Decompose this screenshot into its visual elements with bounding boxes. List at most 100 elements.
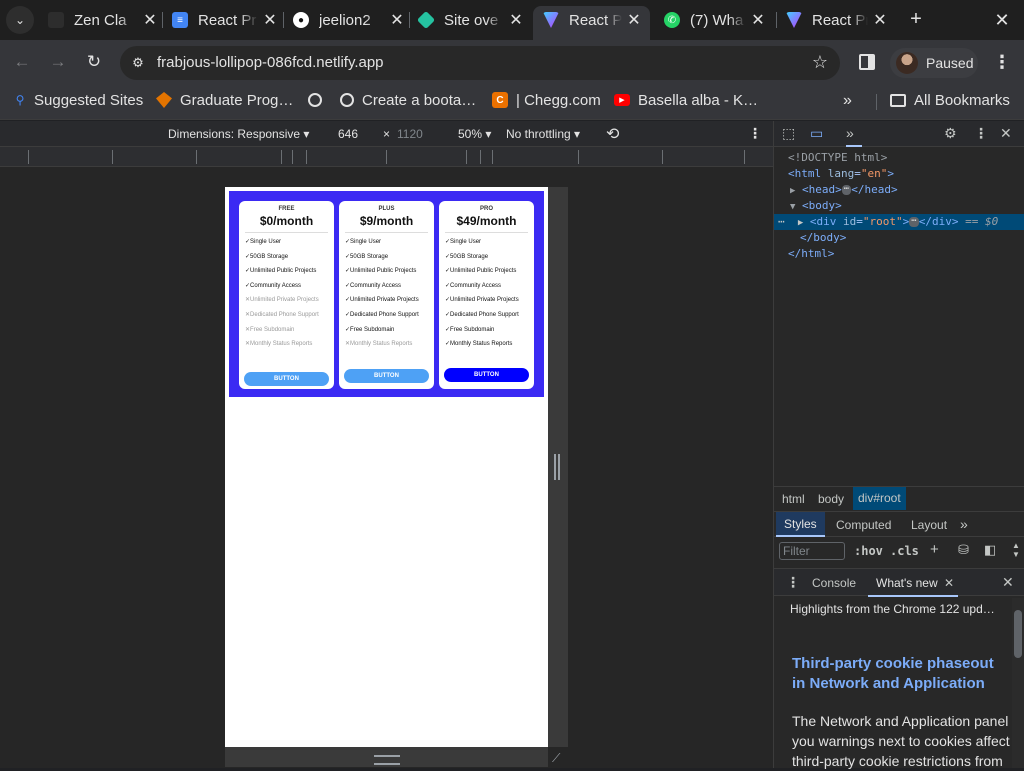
feature-text: Single User [450, 239, 482, 245]
bookmarks-overflow-icon[interactable]: » [843, 92, 852, 110]
device-toggle-icon[interactable]: ▭ [810, 125, 823, 142]
paint-icon[interactable]: ⛁ [958, 542, 969, 558]
breadcrumb-html[interactable]: html [782, 492, 805, 506]
zen-icon [48, 12, 64, 28]
tab-react-active[interactable]: React Pr ✕ [533, 6, 650, 40]
tab-styles[interactable]: Styles [776, 512, 825, 537]
bookmark-star-icon[interactable]: ☆ [812, 52, 828, 73]
tab-console[interactable]: Console [812, 576, 856, 590]
styles-filter-input[interactable]: Filter [779, 542, 845, 560]
html-node[interactable]: <html lang="en"> [774, 166, 1024, 182]
height-input[interactable]: 1120 [397, 127, 423, 141]
tab-computed[interactable]: Computed [836, 518, 891, 532]
tab-react-docs[interactable]: ≡ React Pr ✕ [172, 6, 278, 34]
back-button[interactable]: ← [10, 50, 34, 74]
close-tab-icon[interactable]: ✕ [508, 10, 524, 30]
bookmark-suggested-sites[interactable]: ⚲ Suggested Sites [14, 90, 144, 110]
close-tab-icon[interactable]: ✕ [626, 10, 642, 30]
all-bookmarks-button[interactable]: All Bookmarks [890, 90, 1010, 110]
site-info-icon[interactable]: ⚙ [128, 53, 148, 73]
zoom-select[interactable]: 50% ▾ [458, 127, 491, 141]
inspect-icon[interactable]: ⬚ [782, 125, 795, 142]
close-tab-icon[interactable]: ✕ [389, 10, 405, 30]
new-tab-button[interactable]: + [904, 8, 928, 32]
caret-down-icon[interactable]: ▼ [790, 202, 795, 212]
new-rule-icon[interactable]: + [930, 541, 939, 558]
root-div-node[interactable]: ⋯ ▶ <div id="root"> ⋯ </div> == $0 [774, 214, 1024, 230]
head-node[interactable]: ▶ <head> ⋯ </head> [774, 182, 1024, 198]
plan-button[interactable]: BUTTON [244, 372, 329, 386]
close-tab-icon[interactable]: ✕ [750, 10, 766, 30]
width-input[interactable]: 646 [338, 127, 358, 141]
bookmark-youtube[interactable]: ▶ Basella alba - K… [614, 90, 758, 110]
feature-text: 50GB Storage [350, 253, 389, 260]
bookmark-bootable[interactable]: Create a boota… [340, 90, 476, 110]
feature-text: Dedicated Phone Support [250, 311, 319, 318]
bookmark-graduate[interactable]: Graduate Prog… [156, 90, 293, 110]
more-icon[interactable]: ⋯ [778, 215, 785, 228]
close-whats-new-icon[interactable]: ✕ [944, 576, 954, 590]
close-tab-icon[interactable]: ✕ [262, 10, 278, 30]
doctype-node[interactable]: <!DOCTYPE html> [774, 150, 1024, 166]
close-drawer-icon[interactable]: ✕ [1002, 574, 1014, 591]
hov-toggle[interactable]: :hov [854, 544, 883, 558]
breadcrumb-body[interactable]: body [818, 492, 844, 506]
bookmark-globe[interactable] [308, 90, 330, 110]
tab-search-icon[interactable]: ⌄ [6, 6, 34, 34]
scrollbar-thumb[interactable] [1014, 610, 1022, 658]
media-query-ruler[interactable] [0, 147, 773, 167]
reload-button[interactable]: ↻ [82, 50, 106, 74]
address-bar[interactable]: ⚙ frabjous-lollipop-086fcd.netlify.app ☆ [120, 46, 840, 80]
resize-handle-right[interactable] [554, 454, 560, 480]
breadcrumb-div-root[interactable]: div#root [853, 487, 906, 510]
collapsed-ellipsis[interactable]: ⋯ [841, 185, 852, 195]
rotate-icon[interactable]: ⟲ [606, 124, 619, 144]
feature-item: ✓Single User [445, 237, 528, 252]
devtools-menu-icon[interactable]: ⋮ [974, 125, 988, 142]
scroll-arrows-icon[interactable]: ▲ ▼ [1012, 541, 1020, 559]
forward-button[interactable]: → [46, 50, 70, 74]
feature-text: Free Subdomain [350, 326, 395, 333]
close-tab-icon[interactable]: ✕ [872, 10, 888, 30]
collapsed-ellipsis[interactable]: ⋯ [909, 217, 919, 227]
bookmark-chegg[interactable]: C | Chegg.com [492, 90, 601, 110]
close-devtools-icon[interactable]: ✕ [1000, 125, 1012, 142]
caret-right-icon[interactable]: ▶ [790, 186, 795, 196]
throttling-select[interactable]: No throttling ▾ [506, 127, 580, 141]
plan-button[interactable]: BUTTON [444, 368, 529, 382]
window-close-button[interactable]: ✕ [990, 8, 1014, 32]
more-panels-icon[interactable]: » [846, 125, 854, 141]
html-close-node[interactable]: </html> [774, 246, 1024, 262]
plan-button[interactable]: BUTTON [344, 369, 429, 383]
browser-menu-icon[interactable]: ⋮ [992, 52, 1012, 76]
tab-netlify[interactable]: Site ove ✕ [418, 6, 524, 34]
drawer-scrollbar[interactable] [1012, 598, 1024, 768]
tab-layout[interactable]: Layout [911, 518, 947, 532]
tab-whats-new[interactable]: What's new [876, 576, 938, 590]
body-close-node[interactable]: </body> [774, 230, 1024, 246]
html-gt: > [887, 167, 894, 180]
resize-handle-bottom[interactable] [225, 747, 548, 767]
body-node[interactable]: ▼ <body> [774, 198, 1024, 214]
settings-icon[interactable]: ⚙ [944, 125, 957, 142]
url-text: frabjous-lollipop-086fcd.netlify.app [157, 54, 384, 71]
tab-react-2[interactable]: React Pr ✕ [786, 6, 888, 34]
whats-new-title[interactable]: Third-party cookie phaseout in Network a… [792, 654, 1022, 694]
close-tab-icon[interactable]: ✕ [142, 10, 158, 30]
sidebar-toggle-icon[interactable]: ◧ [984, 542, 996, 558]
resize-corner-icon[interactable]: ⟋ [552, 751, 560, 766]
tab-whatsapp[interactable]: ✆ (7) Wha ✕ [664, 6, 766, 34]
side-panel-icon[interactable] [859, 54, 875, 70]
caret-right-icon[interactable]: ▶ [798, 218, 803, 228]
profile-button[interactable]: Paused [890, 48, 978, 78]
drawer-menu-icon[interactable]: ⋮ [786, 574, 800, 591]
pricing-section: FREE $0/month ✓Single User ✓50GB Storage ✓Un… [229, 191, 544, 397]
cls-toggle[interactable]: .cls [890, 544, 919, 558]
feature-item: ✓Monthly Status Reports [445, 339, 528, 354]
dimensions-select[interactable]: Dimensions: Responsive ▾ [168, 127, 309, 141]
device-more-icon[interactable]: ⋮ [748, 125, 762, 142]
more-tabs-icon[interactable]: » [960, 516, 968, 532]
tab-github[interactable]: ● jeelion2 ✕ [293, 6, 405, 34]
styles-tab-bar: Styles Computed Layout » [774, 511, 1024, 537]
tab-zen[interactable]: Zen Cla ✕ [48, 6, 158, 34]
